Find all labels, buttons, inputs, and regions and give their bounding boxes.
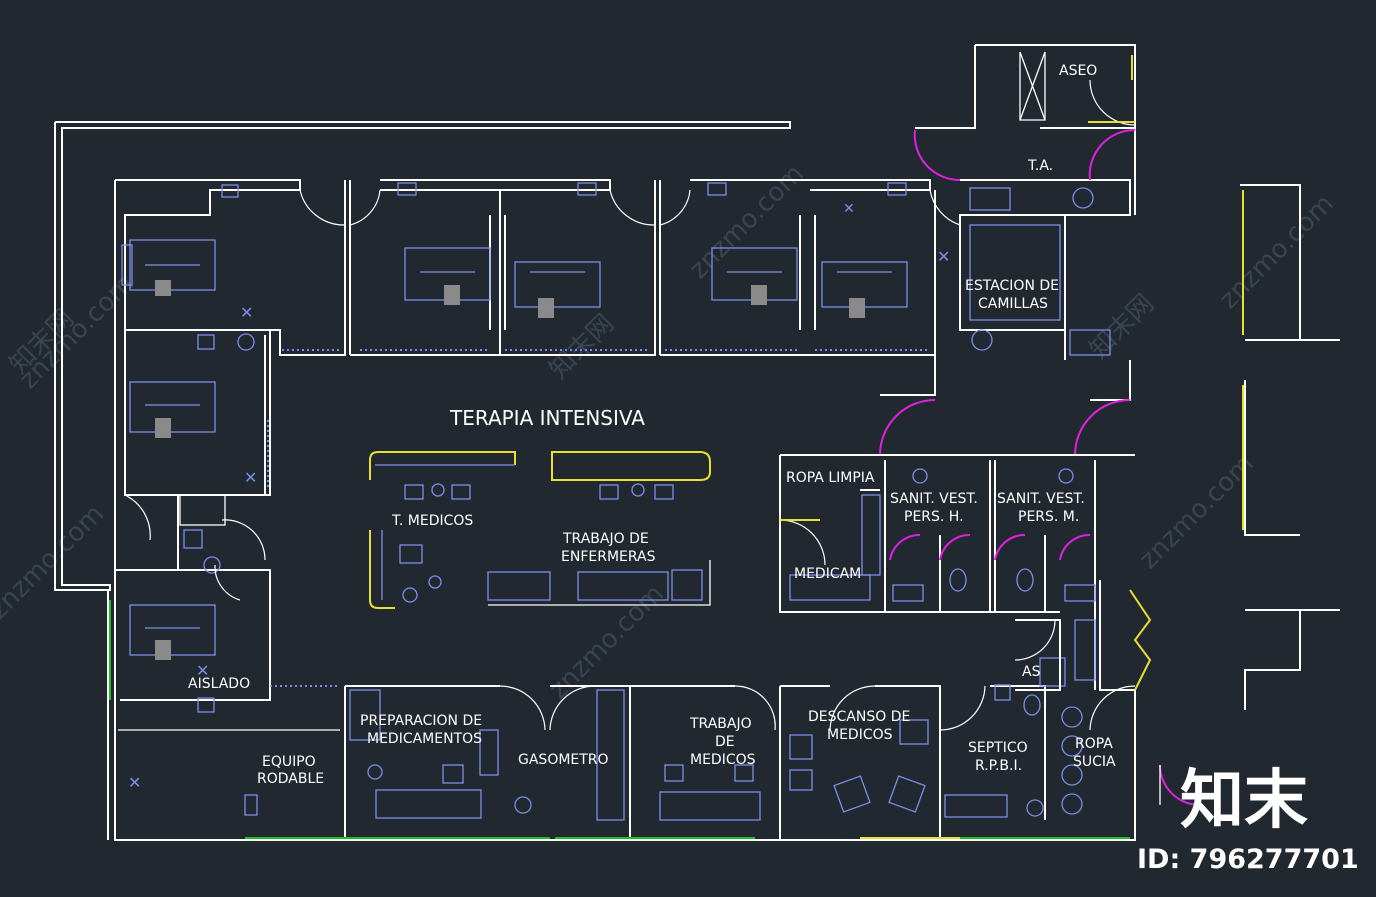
plan-title: TERAPIA INTENSIVA [449,406,645,430]
svg-text:✕: ✕ [240,303,253,322]
room-label-estacion: ESTACION DE [965,278,1059,294]
room-label-as: AS [1022,664,1041,680]
brand-logo: 知末 ID: 796277701 [1137,764,1359,875]
svg-text:✕: ✕ [244,468,257,487]
room-label-preparacion: MEDICAMENTOS [367,731,482,747]
bed [129,381,216,438]
room-label-medicam: MEDICAM [794,566,861,582]
room-label-trabajo-medicos: MEDICOS [690,752,756,768]
room-label-preparacion: PREPARACION DE [360,713,482,729]
bed [404,247,491,305]
room-label-aislado: AISLADO [188,676,250,692]
right-rooms [779,55,1201,806]
nurse-stations [369,451,711,609]
room-label-sanit-m: PERS. M. [1018,509,1079,525]
brand-mark: 知末 [1180,764,1308,838]
room-label-sanit-m: SANIT. VEST. [997,491,1085,507]
room-label-septico: R.P.B.I. [975,758,1022,774]
room-label-equipo-rodable: EQUIPO [262,754,316,770]
room-label-t-medicos: T. MEDICOS [391,513,473,529]
room-label-descanso: MEDICOS [827,727,893,743]
room-label-septico: SEPTICO [968,740,1028,756]
watermark-text: znzmo.com [1214,189,1340,315]
room-label-sanit-h: SANIT. VEST. [890,491,978,507]
room-label-trabajo-enfermeras: TRABAJO DE [562,531,649,547]
room-label-ropa-limpia: ROPA LIMPIA [786,470,875,486]
room-label-equipo-rodable: RODABLE [257,771,324,787]
watermark-text: znzmo.com [1134,449,1260,575]
room-label-aseo: ASEO [1059,63,1097,79]
room-label-descanso: DESCANSO DE [808,709,910,725]
bed [129,604,216,660]
room-label-sanit-h: PERS. H. [904,509,964,525]
patient-rooms-top: ✕ ✕ ✕ [115,179,961,356]
room-label-ropa-sucia: SUCIA [1073,754,1116,770]
room-label-trabajo-enfermeras: ENFERMERAS [561,549,656,565]
room-label-ropa-sucia: ROPA [1075,736,1113,752]
room-label-trabajo-medicos: TRABAJO [689,716,752,732]
bed [514,261,601,318]
svg-text:✕: ✕ [128,773,141,792]
room-label-gasometro: GASOMETRO [518,752,609,768]
bed [821,261,908,318]
room-label-trabajo-medicos: DE [715,734,735,750]
watermark-text-cn: 知末网 [544,309,620,385]
patient-rooms-left: ✕ ✕ [109,330,340,713]
room-labels: TERAPIA INTENSIVA ASEO T.A. ESTACION DE … [188,63,1116,787]
room-label-estacion: CAMILLAS [978,296,1048,312]
svg-text:✕: ✕ [937,247,950,266]
room-label-ta: T.A. [1027,158,1053,174]
image-id: ID: 796277701 [1137,844,1359,875]
watermark-text: znzmo.com [684,159,810,285]
watermark-text-cn: 知末网 [1084,289,1160,365]
svg-text:✕: ✕ [843,201,855,217]
floor-plan: znzmo.com znzmo.com znzmo.com znzmo.com … [0,44,1359,875]
